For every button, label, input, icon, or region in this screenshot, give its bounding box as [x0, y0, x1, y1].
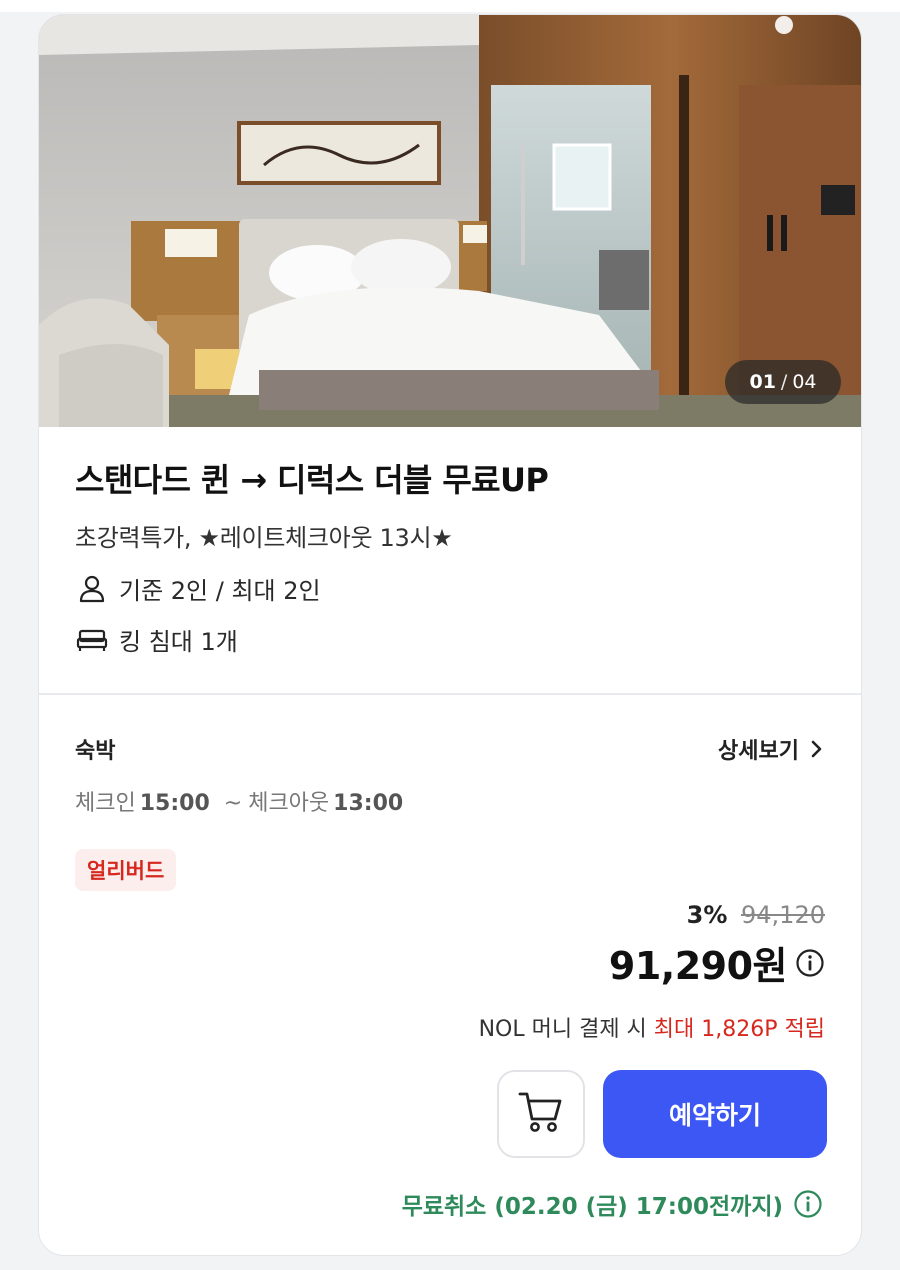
info-icon[interactable]: [793, 1189, 823, 1219]
checkout-time: 13:00: [333, 791, 404, 816]
chevron-right-icon: [811, 740, 823, 758]
bed-icon: [75, 625, 109, 655]
room-card: 01 / 04 스탠다드 퀸 → 디럭스 더블 무료UP 초강력특가, ★레이트…: [38, 14, 862, 1256]
points-note: NOL 머니 결제 시 최대 1,826P 적립: [479, 1011, 825, 1043]
pager-total: 04: [792, 371, 817, 393]
room-info: 스탠다드 퀸 → 디럭스 더블 무료UP 초강력특가, ★레이트체크아웃 13시…: [75, 455, 831, 657]
capacity-row: 기준 2인 / 최대 2인: [75, 571, 831, 606]
bed-row: 킹 침대 1개: [75, 622, 831, 657]
discount-percent: 3%: [686, 901, 728, 929]
stay-header: 숙박 상세보기: [75, 733, 823, 765]
capacity-text: 기준 2인 / 최대 2인: [119, 577, 321, 605]
points-highlight: 최대 1,826P 적립: [653, 1017, 825, 1042]
checkout-label: 체크아웃: [248, 791, 330, 816]
detail-link-label: 상세보기: [718, 739, 799, 764]
original-price: 94,120: [741, 901, 825, 929]
cancellation-text: 무료취소 (02.20 (금) 17:00전까지): [401, 1194, 783, 1220]
room-photo[interactable]: 01 / 04: [39, 15, 861, 427]
room-subtitle: 초강력특가, ★레이트체크아웃 13시★: [75, 524, 453, 552]
top-strip: [0, 0, 900, 12]
stay-label: 숙박: [75, 739, 116, 764]
person-icon: [75, 574, 109, 604]
pager-current: 01: [749, 371, 776, 393]
early-bird-badge: 얼리버드: [75, 849, 177, 891]
discount-row: 3% 94,120: [609, 901, 825, 929]
price-box: 3% 94,120 91,290원: [609, 901, 825, 990]
final-price: 91,290원: [608, 944, 788, 988]
free-cancellation: 무료취소 (02.20 (금) 17:00전까지): [402, 1187, 823, 1221]
info-icon[interactable]: [795, 948, 825, 978]
cart-button[interactable]: [497, 1070, 585, 1158]
checkin-label: 체크인: [75, 791, 136, 816]
bed-text: 킹 침대 1개: [119, 628, 238, 656]
checkin-time: 15:00: [139, 791, 210, 816]
book-button[interactable]: 예약하기: [603, 1070, 827, 1158]
room-title: 스탠다드 퀸 → 디럭스 더블 무료UP: [75, 461, 549, 499]
points-prefix: NOL 머니 결제 시: [478, 1017, 647, 1042]
pager-separator: /: [780, 371, 788, 393]
image-pager: 01 / 04: [725, 360, 841, 404]
checkin-checkout: 체크인 15:00 ~ 체크아웃 13:00: [75, 785, 403, 817]
final-price-row: 91,290원: [609, 935, 825, 990]
time-separator: ~: [223, 791, 243, 816]
detail-link[interactable]: 상세보기: [718, 733, 823, 765]
section-divider: [39, 693, 861, 695]
cart-icon: [517, 1089, 565, 1139]
